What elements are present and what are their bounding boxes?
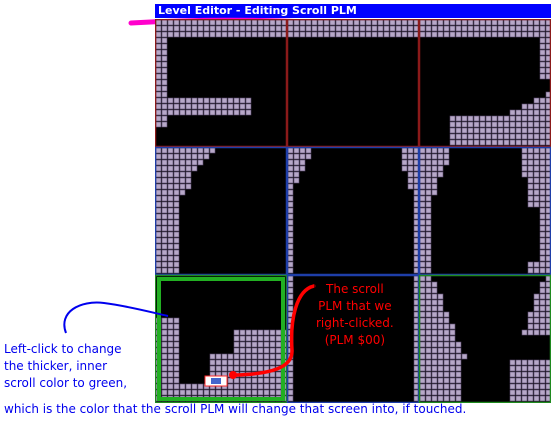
- screen-0-0[interactable]: [155, 19, 288, 148]
- plm-callout: The scroll PLM that we right-clicked. (P…: [314, 281, 396, 349]
- blue-curved-arrow-icon: [63, 301, 169, 334]
- screen-0-2[interactable]: [418, 19, 551, 148]
- plm-callout-line-1: The scroll: [326, 282, 384, 296]
- plm-callout-line-3: right-clicked.: [316, 316, 394, 330]
- screen-0-1[interactable]: [286, 19, 420, 148]
- plm-callout-line-2: PLM that we: [318, 299, 392, 313]
- screen-1-0[interactable]: [155, 146, 288, 276]
- screen-2-2[interactable]: [418, 274, 551, 403]
- left-callout-line-3: scroll color to green,: [4, 376, 128, 390]
- screen-1-2[interactable]: [418, 146, 551, 276]
- left-callout-line-1: Left-click to change: [4, 342, 122, 356]
- left-callout-line-2: the thicker, inner: [4, 359, 108, 373]
- left-click-instructions-tail: which is the color that the scroll PLM w…: [4, 402, 467, 416]
- screen-1-1[interactable]: [286, 146, 420, 276]
- left-click-instructions: Left-click to change the thicker, inner …: [4, 341, 127, 392]
- scroll-plm-icon[interactable]: [204, 375, 228, 387]
- plm-callout-line-4: (PLM $00): [324, 333, 386, 347]
